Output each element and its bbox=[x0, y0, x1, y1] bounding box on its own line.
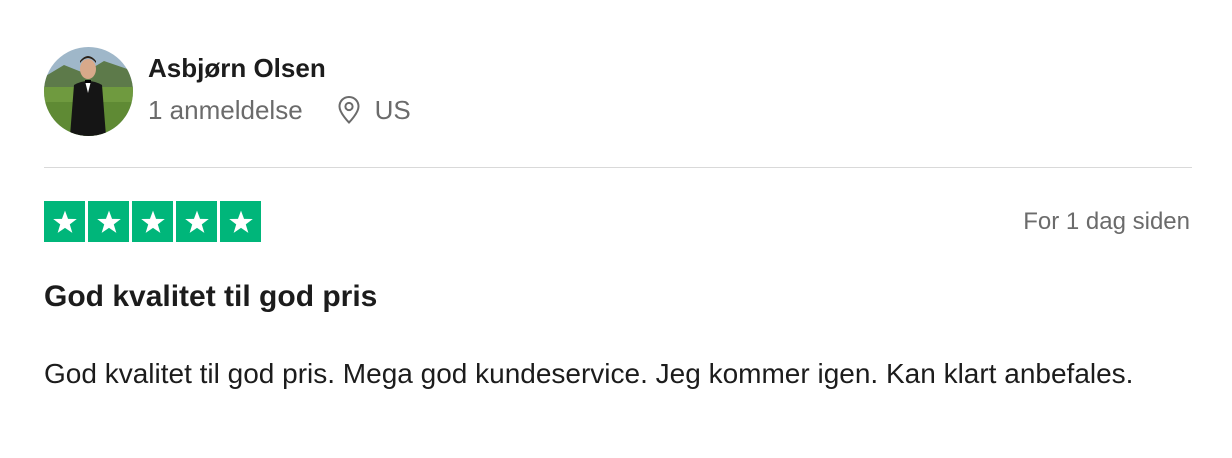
review-title[interactable]: God kvalitet til god pris bbox=[44, 278, 377, 316]
star-icon bbox=[220, 201, 261, 242]
star-icon bbox=[176, 201, 217, 242]
reviewer-info: Asbjørn Olsen 1 anmeldelse US bbox=[148, 53, 411, 126]
reviewer-header[interactable]: Asbjørn Olsen 1 anmeldelse US bbox=[44, 46, 411, 136]
star-icon bbox=[132, 201, 173, 242]
reviewer-meta: 1 anmeldelse US bbox=[148, 94, 411, 126]
star-icon bbox=[44, 201, 85, 242]
review-date: For 1 dag siden bbox=[1023, 207, 1190, 235]
review-card: Asbjørn Olsen 1 anmeldelse US For 1 dag … bbox=[0, 0, 1232, 458]
header-divider bbox=[44, 167, 1192, 168]
rating-row: For 1 dag siden bbox=[44, 201, 1192, 242]
avatar-photo bbox=[44, 46, 133, 136]
review-body: God kvalitet til god pris. Mega god kund… bbox=[44, 358, 1134, 389]
location-label: US bbox=[374, 95, 411, 125]
star-icon bbox=[88, 201, 129, 242]
avatar[interactable] bbox=[44, 46, 133, 136]
location-pin-icon bbox=[337, 95, 361, 125]
review-count: 1 anmeldelse bbox=[148, 95, 303, 125]
reviewer-location: US bbox=[337, 94, 411, 126]
reviewer-name[interactable]: Asbjørn Olsen bbox=[148, 52, 411, 84]
star-rating bbox=[44, 201, 261, 242]
